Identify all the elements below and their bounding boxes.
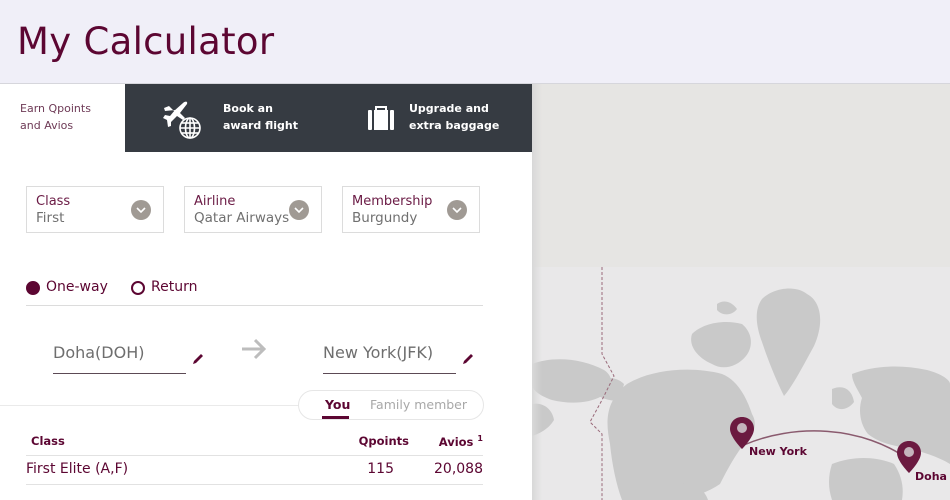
greenland-landmass (756, 288, 821, 396)
tab-upgrade-label: Upgrade and extra baggage (409, 100, 499, 134)
active-tab-indicator (322, 416, 349, 419)
column-header-avios-text: Avios (438, 434, 474, 449)
destination-airport-field[interactable]: New York(JFK) (323, 334, 456, 374)
tab-earn-qpoints[interactable]: Earn Qpoints and Avios (0, 84, 125, 152)
edit-origin-pencil-icon[interactable] (191, 352, 205, 366)
tab-upgrade-baggage[interactable]: Upgrade and extra baggage (335, 84, 532, 152)
chevron-down-icon (289, 200, 309, 220)
column-header-class: Class (31, 434, 65, 448)
footnote-marker[interactable]: 1 (477, 434, 483, 443)
tab-book-award-flight[interactable]: Book an award flight (125, 84, 335, 152)
doha-location-pin-icon[interactable] (896, 440, 922, 474)
one-way-label: One-way (46, 279, 108, 295)
origin-airport-field[interactable]: Doha(DOH) (53, 334, 186, 374)
results-table: Class Qpoints Avios 1 First Elite (A,F) … (26, 432, 483, 485)
arctic-islands-landmass (691, 322, 751, 368)
class-select-label: Class (36, 194, 71, 209)
map-edge-shadow (532, 84, 542, 500)
class-select[interactable]: Class First (26, 186, 164, 233)
page-title: My Calculator (17, 20, 275, 63)
tab-book-label-line1: Book an (223, 102, 273, 115)
airline-select-label: Airline (194, 194, 236, 209)
table-header: Class Qpoints Avios 1 (26, 432, 483, 456)
arrow-right-icon (242, 338, 267, 360)
route-map[interactable]: New York Doha (532, 84, 950, 500)
table-row: First Elite (A,F) 115 20,088 (26, 456, 483, 485)
edit-destination-pencil-icon[interactable] (461, 352, 475, 366)
siberia-landmass (532, 359, 612, 403)
tab-upgrade-label-line2: extra baggage (409, 119, 500, 132)
calculator-panel: Earn Qpoints and Avios Book an award fli… (0, 84, 532, 500)
tab-earn-label-line2: and Avios (20, 119, 74, 132)
cell-avios: 20,088 (434, 461, 483, 477)
toggle-family-member[interactable]: Family member (370, 397, 467, 412)
new-york-label: New York (749, 445, 807, 458)
origin-airport-value: Doha(DOH) (53, 343, 145, 362)
divider (26, 305, 483, 306)
tab-book-label: Book an award flight (223, 100, 298, 134)
radio-unselected-icon (131, 281, 145, 295)
member-toggle: You Family member (298, 390, 484, 420)
chevron-down-icon (447, 200, 467, 220)
tab-earn-label-line1: Earn Qpoints (20, 102, 91, 115)
cell-class: First Elite (A,F) (26, 461, 129, 477)
membership-select-value: Burgundy (352, 210, 418, 226)
tab-book-label-line2: award flight (223, 119, 299, 132)
column-header-qpoints: Qpoints (358, 434, 409, 448)
radio-selected-icon (26, 281, 40, 295)
cell-qpoints: 115 (367, 461, 394, 477)
class-select-value: First (36, 210, 65, 226)
destination-airport-value: New York(JFK) (323, 343, 434, 362)
divider (0, 405, 300, 406)
airline-select[interactable]: Airline Qatar Airways (184, 186, 322, 233)
plane-globe-icon (163, 101, 201, 139)
doha-label: Doha (915, 470, 947, 483)
africa-landmass (829, 458, 903, 500)
membership-select-label: Membership (352, 194, 433, 209)
page-header: My Calculator (0, 0, 950, 84)
return-label: Return (151, 279, 198, 295)
airline-select-value: Qatar Airways (194, 210, 290, 226)
membership-select[interactable]: Membership Burgundy (342, 186, 480, 233)
calculator-tabs: Earn Qpoints and Avios Book an award fli… (0, 84, 532, 152)
chevron-down-icon (131, 200, 151, 220)
toggle-you[interactable]: You (325, 397, 350, 412)
column-header-avios: Avios 1 (439, 434, 483, 449)
tab-upgrade-label-line1: Upgrade and (409, 102, 489, 115)
suitcase-icon (368, 106, 394, 130)
